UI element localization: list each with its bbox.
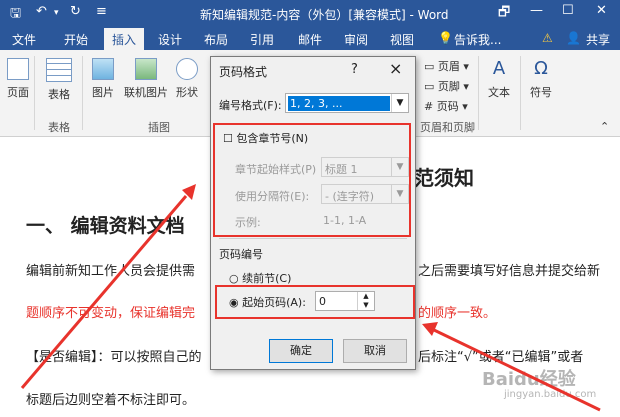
cancel-button[interactable]: 取消 xyxy=(343,339,407,363)
arrow-line-left xyxy=(20,195,188,389)
annotation-box-chapter xyxy=(213,123,411,237)
dialog-title: 页码格式 xyxy=(219,65,268,79)
number-format-select[interactable]: 1, 2, 3, ... ▼ xyxy=(285,93,409,113)
chevron-down-icon: ▼ xyxy=(391,94,408,112)
continue-radio[interactable]: ○ 续前节(C) xyxy=(229,270,291,286)
arrow-head-right xyxy=(422,322,438,336)
arrow-line-right xyxy=(433,328,601,412)
number-format-label: 编号格式(F): xyxy=(219,99,282,112)
number-format-value: 1, 2, 3, ... xyxy=(288,96,390,111)
dialog-close-button[interactable]: × xyxy=(389,59,402,78)
page-number-format-dialog: 页码格式 ? × 编号格式(F): 1, 2, 3, ... ▼ ☐ 包含章节号… xyxy=(210,56,416,370)
continue-label: 续前节(C) xyxy=(242,272,292,285)
divider xyxy=(219,238,407,239)
annotation-box-start-at xyxy=(215,285,415,319)
help-button[interactable]: ? xyxy=(351,62,358,77)
page-numbering-label: 页码编号 xyxy=(219,248,263,261)
ok-button[interactable]: 确定 xyxy=(269,339,333,363)
